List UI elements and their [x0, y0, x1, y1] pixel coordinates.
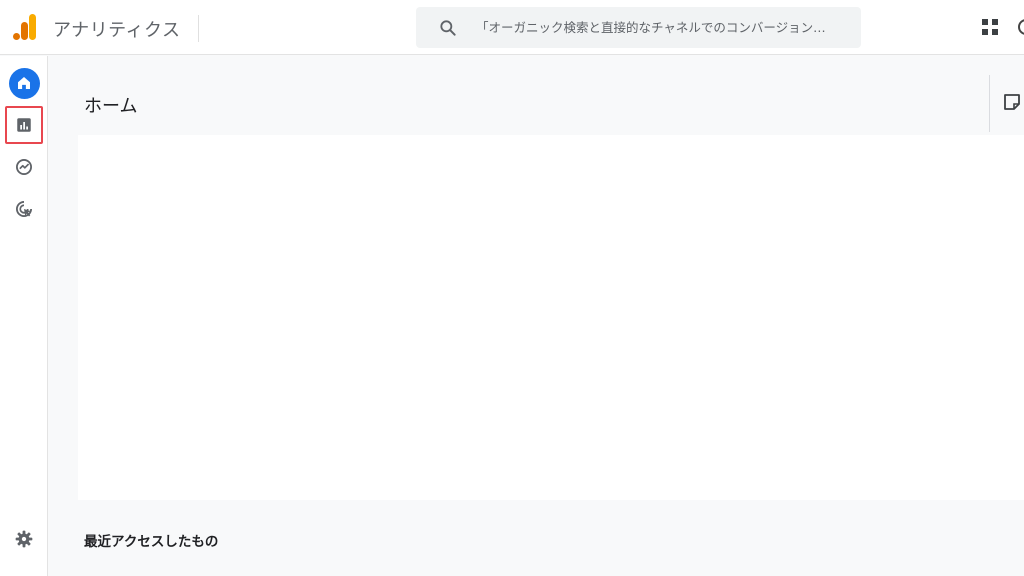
- sidebar-item-reports[interactable]: [5, 106, 43, 144]
- account-icon[interactable]: [1018, 19, 1024, 35]
- recent-section-heading: 最近アクセスしたもの: [84, 534, 219, 550]
- app-title: アナリティクス: [53, 20, 181, 41]
- sidebar-item-home[interactable]: [6, 65, 42, 101]
- gear-icon: [15, 530, 33, 548]
- header-divider: [989, 75, 990, 132]
- sidebar: [0, 56, 48, 576]
- search-input[interactable]: [476, 7, 856, 48]
- notes-icon[interactable]: [1003, 93, 1021, 111]
- explore-icon: [16, 159, 32, 175]
- page-title: ホーム: [84, 96, 138, 117]
- title-divider: [198, 15, 199, 42]
- advertising-icon: [16, 201, 32, 217]
- top-bar: アナリティクス: [0, 0, 1024, 55]
- apps-grid-icon[interactable]: [981, 18, 1000, 37]
- home-icon: [18, 77, 30, 89]
- search-bar[interactable]: [416, 7, 861, 48]
- search-icon: [440, 20, 456, 36]
- analytics-logo-icon[interactable]: [13, 14, 37, 40]
- sidebar-item-explore[interactable]: [6, 149, 42, 185]
- sidebar-item-admin[interactable]: [6, 521, 42, 557]
- content-card: [78, 135, 1024, 500]
- home-icon-background: [8, 67, 40, 99]
- bar-chart-icon: [17, 118, 31, 132]
- sidebar-item-advertising[interactable]: [6, 191, 42, 227]
